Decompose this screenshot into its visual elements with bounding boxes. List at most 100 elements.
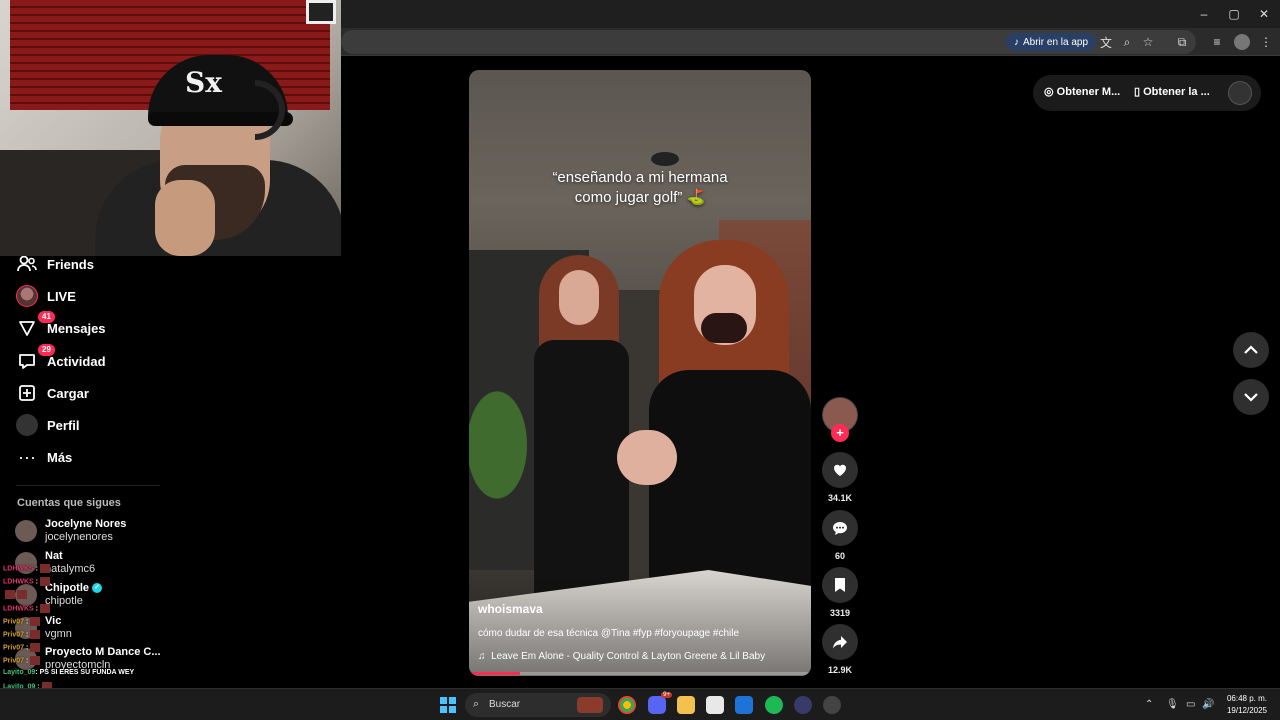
- chrome-app-icon[interactable]: [618, 696, 636, 714]
- chat-message: LDHWKS :: [3, 577, 51, 586]
- discord-badge: 9+: [661, 692, 672, 698]
- share-button[interactable]: [822, 624, 858, 660]
- heart-icon: [834, 464, 846, 476]
- chat-text: :: [25, 618, 29, 626]
- zoom-icon[interactable]: ⌕: [1119, 34, 1135, 50]
- extensions-icon[interactable]: ⧉: [1174, 34, 1190, 50]
- video-progress-bar[interactable]: [469, 672, 811, 675]
- video-scene-light: [651, 152, 679, 166]
- chat-emote: [30, 617, 41, 626]
- clock-time: 06:48 p. m.: [1226, 694, 1268, 703]
- video-author[interactable]: whoismava: [478, 602, 543, 616]
- comment-button[interactable]: [822, 510, 858, 546]
- more-icon: ···: [18, 446, 36, 467]
- microphone-icon[interactable]: 🎙: [1166, 699, 1179, 710]
- discord-app-icon[interactable]: 9+: [648, 692, 672, 714]
- taskbar-clock[interactable]: 06:48 p. m. 19/12/2025: [1218, 693, 1276, 717]
- video-person1-face: [559, 270, 599, 325]
- chat-emote: [40, 577, 51, 586]
- video-player[interactable]: “enseñando a mi hermana como jugar golf”…: [469, 70, 811, 676]
- chat-emote: [17, 590, 27, 599]
- chat-emote: [30, 643, 41, 652]
- mail-app-icon[interactable]: [735, 696, 753, 714]
- chat-user: LDHWKS: [3, 565, 34, 573]
- chat-message: [3, 590, 27, 599]
- video-caption-line: “enseñando a mi hermana: [552, 169, 728, 186]
- music-note-icon: ♫: [478, 651, 486, 662]
- browser-profile-avatar[interactable]: [1234, 34, 1250, 50]
- chat-emote: [5, 590, 15, 599]
- video-person1-body: [534, 340, 629, 600]
- store-app-icon[interactable]: [706, 696, 724, 714]
- previous-video-button[interactable]: [1233, 332, 1269, 368]
- sidebar-item-label: Friends: [47, 256, 94, 272]
- share-icon: [833, 636, 847, 649]
- maximize-button[interactable]: ▢: [1218, 0, 1250, 28]
- chat-user: LDHWKS: [3, 578, 34, 586]
- chevron-down-icon: [1244, 393, 1258, 402]
- search-highlight-icon: [577, 697, 603, 713]
- verified-icon: ✓: [92, 583, 102, 594]
- like-button[interactable]: [822, 452, 858, 488]
- tiktok-icon: ♪: [1014, 36, 1019, 48]
- account-handle: jocelynenores: [45, 531, 113, 543]
- get-app-button-2[interactable]: ▯ Obtener la ...: [1134, 85, 1210, 98]
- video-scene-plant: [469, 370, 539, 520]
- close-window-button[interactable]: ✕: [1248, 0, 1280, 28]
- network-icon[interactable]: ▭: [1186, 699, 1195, 710]
- comment-icon: [833, 522, 847, 535]
- translate-icon[interactable]: 文: [1098, 34, 1114, 50]
- chat-text: :: [35, 605, 39, 613]
- chat-user: LDHWKS: [3, 605, 34, 613]
- upload-icon: [16, 382, 38, 404]
- chat-emote: [30, 630, 41, 639]
- taskbar-search[interactable]: ⌕ Buscar: [465, 693, 611, 717]
- following-section-title: Cuentas que sigues: [17, 497, 121, 509]
- chat-message: Priv07 :: [3, 630, 41, 639]
- account-handle: vgmn: [45, 628, 72, 640]
- user-avatar[interactable]: [1228, 81, 1252, 105]
- minimize-button[interactable]: –: [1188, 0, 1220, 28]
- chat-message: LDHWKS :: [3, 564, 51, 573]
- chat-message: Priv07 :: [3, 656, 41, 665]
- friends-icon: [16, 253, 38, 275]
- chat-emote: [30, 656, 41, 665]
- account-avatar: [15, 520, 37, 542]
- video-caption-line: como jugar golf” ⛳: [574, 189, 706, 206]
- get-app-button-1[interactable]: ◎ Obtener M...: [1044, 85, 1120, 98]
- volume-icon[interactable]: 🔊: [1202, 699, 1214, 710]
- save-button[interactable]: [822, 567, 858, 603]
- video-progress-fill: [469, 672, 521, 675]
- account-name-text: Chipotle: [45, 582, 89, 594]
- start-button[interactable]: [440, 697, 456, 713]
- get-app-label-2: Obtener la ...: [1143, 86, 1210, 98]
- chat-user: Priv07: [3, 618, 25, 626]
- account-name: Proyecto M Dance C...: [45, 646, 161, 658]
- video-music[interactable]: ♫ Leave Em Alone - Quality Control & Lay…: [478, 651, 765, 662]
- tray-chevron-icon[interactable]: ⌃: [1145, 699, 1153, 710]
- search-icon: ⌕: [473, 698, 480, 710]
- comment-count: 60: [834, 551, 845, 561]
- follow-plus-icon[interactable]: +: [831, 424, 849, 442]
- sidebar-item-label: Más: [47, 449, 73, 465]
- cap-logo: Sx: [185, 66, 222, 99]
- clock-date: 19/12/2025: [1226, 706, 1268, 715]
- bookmark-star-icon[interactable]: ☆: [1140, 34, 1156, 50]
- app-icon[interactable]: [794, 696, 812, 714]
- sidebar-item-label: LIVE: [47, 288, 76, 304]
- sidebar-divider: [16, 485, 160, 486]
- open-in-app-button[interactable]: ♪ Abrir en la app: [1006, 33, 1097, 51]
- get-app-bar: ◎ Obtener M... ▯ Obtener la ...: [1033, 75, 1261, 111]
- account-name: Jocelyne Nores: [45, 518, 127, 530]
- next-video-button[interactable]: [1233, 379, 1269, 415]
- steam-app-icon[interactable]: [823, 696, 841, 714]
- chat-text: :: [25, 631, 29, 639]
- account-name: Chipotle ✓: [45, 582, 102, 594]
- chat-user: Layito_09: [3, 669, 36, 676]
- browser-menu-icon[interactable]: ⋮: [1258, 34, 1274, 50]
- file-explorer-icon[interactable]: [677, 696, 695, 714]
- spotify-app-icon[interactable]: [765, 696, 783, 714]
- media-control-icon[interactable]: ≡: [1209, 34, 1225, 50]
- account-handle: natalymc6: [45, 563, 96, 575]
- account-name: Nat: [45, 550, 63, 562]
